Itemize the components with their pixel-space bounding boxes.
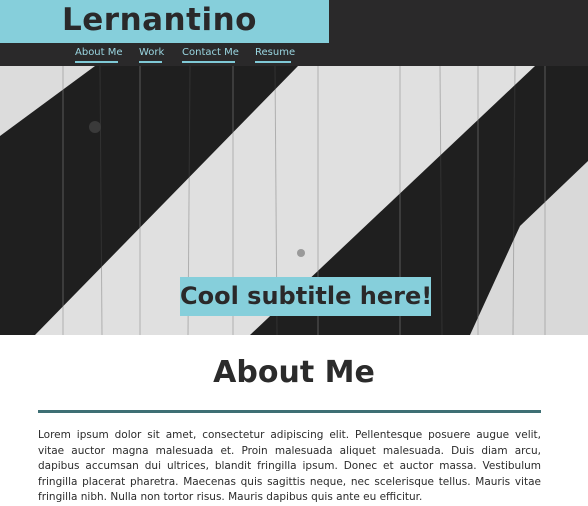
brand-block: Lernantino	[0, 0, 329, 43]
section-divider	[38, 410, 541, 413]
nav-item-resume[interactable]: Resume	[255, 46, 295, 63]
nav-item-work[interactable]: Work	[139, 46, 164, 63]
nav-bar: About Me Work Contact Me Resume	[0, 43, 588, 66]
about-me-paragraph: Lorem ipsum dolor sit amet, consectetur …	[38, 429, 541, 503]
site-title[interactable]: Lernantino	[62, 1, 257, 39]
about-me-heading: About Me	[213, 355, 375, 390]
hero-subtitle: Cool subtitle here!	[180, 277, 432, 316]
nav-item-about-me[interactable]: About Me	[75, 46, 123, 63]
nav-item-contact-me[interactable]: Contact Me	[182, 46, 239, 63]
header-bar: Lernantino About Me Work Contact Me Resu…	[0, 0, 588, 66]
